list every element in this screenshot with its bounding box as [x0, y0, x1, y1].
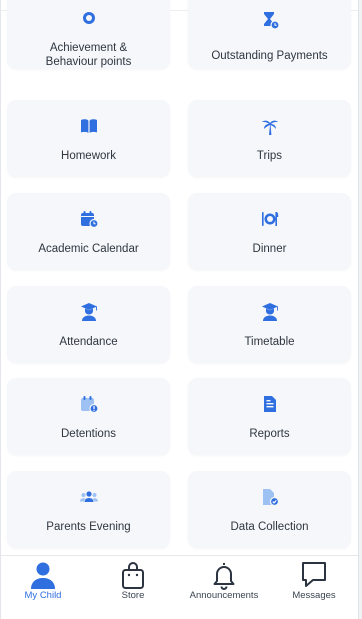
tile-attendance[interactable]: Attendance — [7, 286, 170, 363]
tile-homework[interactable]: Homework — [7, 100, 170, 177]
tab-messages[interactable]: Messages — [274, 556, 354, 619]
medal-icon — [7, 10, 170, 30]
tile-label: Data Collection — [230, 521, 309, 533]
tile-dinner[interactable]: Dinner — [188, 193, 351, 270]
tile-label: Outstanding Payments — [211, 50, 328, 62]
tile-label: Parents Evening — [46, 521, 131, 533]
palm-tree-icon — [188, 116, 351, 136]
tile-trips[interactable]: Trips — [188, 100, 351, 177]
shopping-bag-icon — [93, 560, 173, 590]
right-border — [358, 0, 362, 619]
tile-label: Timetable — [244, 336, 295, 348]
message-bubble-icon — [274, 560, 354, 590]
calendar-alert-icon — [7, 394, 170, 414]
tab-label: Store — [121, 590, 145, 601]
hourglass-clock-icon — [188, 10, 351, 30]
tab-announcements[interactable]: Announcements — [184, 556, 264, 619]
tile-label: Trips — [256, 150, 283, 162]
document-check-icon — [188, 487, 351, 507]
bell-icon — [184, 560, 264, 590]
calendar-clock-icon — [7, 209, 170, 229]
tile-label: Achievement & Behaviour points — [45, 42, 132, 68]
tab-label: My Child — [24, 590, 62, 601]
tile-detentions[interactable]: Detentions — [7, 378, 170, 455]
tile-academic-calendar[interactable]: Academic Calendar — [7, 193, 170, 270]
tile-reports[interactable]: Reports — [188, 378, 351, 455]
tile-label: Academic Calendar — [38, 243, 139, 255]
tile-label: Reports — [249, 428, 290, 440]
book-icon — [7, 116, 170, 136]
graduate-icon — [7, 302, 170, 322]
tile-outstanding-payments[interactable]: Outstanding Payments — [188, 0, 351, 69]
graduate-icon — [188, 302, 351, 322]
tile-label: Detentions — [61, 428, 116, 440]
left-border — [0, 0, 1, 619]
person-icon — [3, 560, 83, 590]
tile-label: Attendance — [59, 336, 118, 348]
report-document-icon — [188, 394, 351, 414]
tile-timetable[interactable]: Timetable — [188, 286, 351, 363]
tile-label: Dinner — [252, 243, 287, 255]
tab-label: Announcements — [189, 590, 259, 601]
plate-cutlery-icon — [188, 209, 351, 229]
tab-store[interactable]: Store — [93, 556, 173, 619]
tab-label: Messages — [292, 590, 336, 601]
tile-label: Homework — [61, 150, 116, 162]
tile-data-collection[interactable]: Data Collection — [188, 471, 351, 548]
people-group-icon — [7, 487, 170, 507]
tile-parents-evening[interactable]: Parents Evening — [7, 471, 170, 548]
tile-achievement-behaviour[interactable]: Achievement & Behaviour points — [7, 0, 170, 69]
tab-my-child[interactable]: My Child — [3, 556, 83, 619]
bottom-tab-bar: My Child Store Announcements Messages — [1, 555, 358, 619]
